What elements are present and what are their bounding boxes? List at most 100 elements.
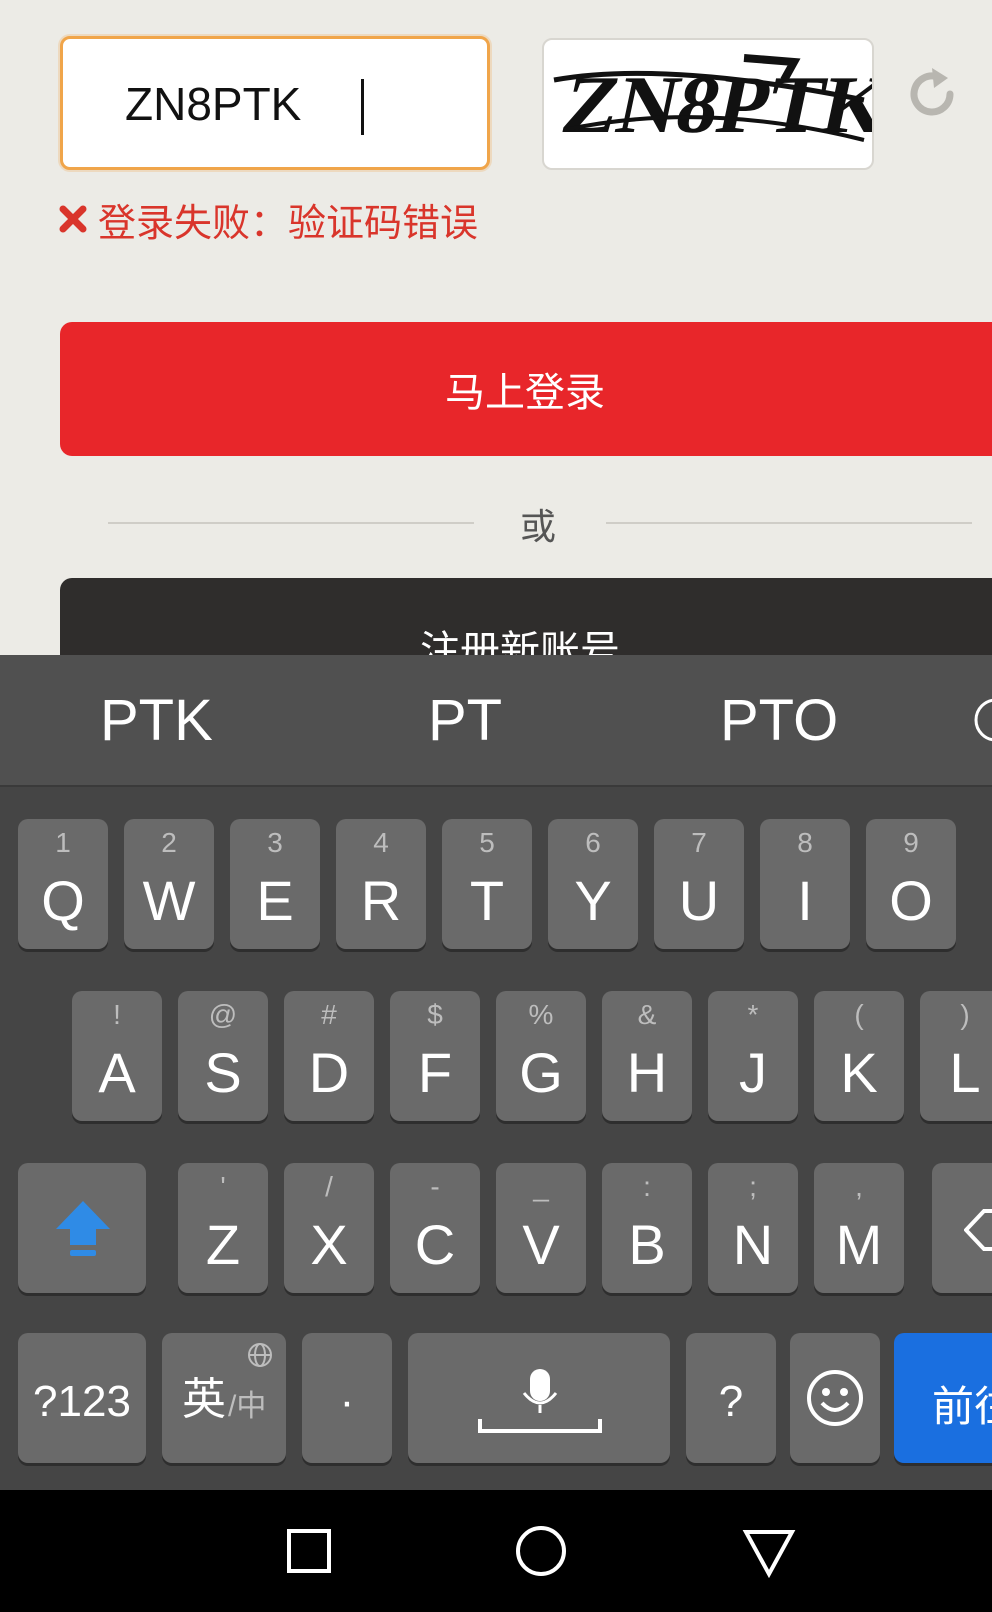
key-primary-label: D [308, 1041, 350, 1104]
key-primary-label: E [256, 869, 294, 932]
divider-line-right [606, 522, 972, 524]
captcha-input-value: ZN8PTK [125, 78, 302, 130]
key-l[interactable]: ) L [920, 991, 992, 1121]
captcha-image[interactable]: ZN8PTK [542, 38, 897, 170]
numbers-key[interactable]: ?123 [18, 1333, 146, 1463]
key-t[interactable]: 5T [442, 819, 532, 949]
more-suggestions-icon[interactable] [972, 695, 992, 745]
key-secondary-label: ; [749, 1171, 757, 1202]
key-primary-label: Q [41, 869, 85, 932]
key-secondary-label: : [643, 1171, 651, 1202]
key-i[interactable]: 8I [760, 819, 850, 949]
key-u[interactable]: 7U [654, 819, 744, 949]
key-secondary-label: * [747, 999, 759, 1030]
key-primary-label: Y [574, 869, 612, 932]
backspace-key[interactable] [932, 1163, 992, 1293]
error-x-icon [59, 205, 87, 233]
key-primary-label: Z [205, 1213, 241, 1276]
register-button[interactable]: 注册新账号 [60, 578, 992, 655]
language-switch-key[interactable]: 英 /中 [162, 1333, 286, 1463]
key-a[interactable]: ! A [72, 991, 162, 1121]
login-button-label: 马上登录 [445, 370, 605, 416]
key-h[interactable]: & H [602, 991, 692, 1121]
key-d[interactable]: # D [284, 991, 374, 1121]
error-text: 登录失败：验证码错误 [98, 200, 479, 245]
key-v[interactable]: _ V [496, 1163, 586, 1293]
key-n[interactable]: ; N [708, 1163, 798, 1293]
key-z[interactable]: ' Z [178, 1163, 268, 1293]
key-y[interactable]: 6Y [548, 819, 638, 949]
refresh-captcha-button[interactable] [902, 64, 964, 126]
key-secondary-label: , [855, 1171, 863, 1202]
key-c[interactable]: -C [390, 1163, 480, 1293]
key-m[interactable]: ,M [814, 1163, 904, 1293]
home-icon[interactable] [514, 1524, 568, 1578]
key-j[interactable]: * J [708, 991, 798, 1121]
key-f[interactable]: $ F [390, 991, 480, 1121]
key-primary-label: K [840, 1041, 878, 1104]
key-w[interactable]: 2W [124, 819, 214, 949]
login-button[interactable]: 马上登录 [60, 322, 992, 456]
lang-main-label: 英 [182, 1375, 226, 1424]
key-b[interactable]: :B [602, 1163, 692, 1293]
suggestion-bar: PTK PT PTO [0, 655, 992, 787]
dot-key-label: · [339, 1377, 355, 1426]
key-s[interactable]: @ S [178, 991, 268, 1121]
suggestion-2[interactable]: PT [428, 687, 502, 754]
key-secondary-label: & [637, 999, 657, 1030]
globe-icon [248, 1343, 272, 1367]
key-secondary-label: 4 [373, 827, 389, 858]
dot-key[interactable]: · [302, 1333, 392, 1463]
recent-apps-icon[interactable] [286, 1528, 332, 1574]
key-x[interactable]: / X [284, 1163, 374, 1293]
suggestion-1[interactable]: PTK [100, 687, 213, 754]
key-e[interactable]: 3E [230, 819, 320, 949]
lang-sub-label: /中 [228, 1390, 267, 1423]
question-key[interactable]: ? [686, 1333, 776, 1463]
key-secondary-label: 9 [903, 827, 919, 858]
key-r[interactable]: 4R [336, 819, 426, 949]
key-secondary-label: ' [220, 1171, 226, 1202]
key-secondary-label: 2 [161, 827, 177, 858]
key-o[interactable]: 9O [866, 819, 956, 949]
suggestion-3[interactable]: PTO [720, 687, 838, 754]
key-primary-label: R [360, 869, 402, 932]
emoji-key[interactable] [790, 1333, 880, 1463]
key-secondary-label: ( [854, 999, 864, 1030]
soft-keyboard: PTK PT PTO 1Q2W3E4R5T6Y7U8I9O ! A @ S # D $ F% G… [0, 655, 992, 1490]
key-secondary-label: ) [960, 999, 970, 1030]
shift-key[interactable] [18, 1163, 146, 1293]
key-primary-label: G [519, 1041, 563, 1104]
key-secondary-label: % [528, 999, 554, 1030]
key-secondary-label: - [430, 1171, 440, 1202]
key-primary-label: X [310, 1213, 348, 1276]
key-secondary-label: / [325, 1171, 333, 1202]
space-key[interactable] [408, 1333, 670, 1463]
captcha-noise: ZN8PTK [553, 54, 897, 150]
key-secondary-label: ! [113, 999, 121, 1030]
register-button-label: 注册新账号 [420, 628, 620, 655]
emoji-icon [807, 1370, 863, 1426]
text-cursor [361, 79, 364, 135]
key-k[interactable]: (K [814, 991, 904, 1121]
key-g[interactable]: % G [496, 991, 586, 1121]
captcha-input[interactable]: ZN8PTK [60, 36, 490, 170]
divider-line-left [108, 522, 474, 524]
key-secondary-label: 5 [479, 827, 495, 858]
enter-go-key[interactable]: 前往 [894, 1333, 992, 1463]
key-primary-label: O [889, 869, 933, 932]
key-q[interactable]: 1Q [18, 819, 108, 949]
key-secondary-label: 3 [267, 827, 283, 858]
key-primary-label: I [797, 869, 813, 932]
key-primary-label: J [739, 1041, 767, 1104]
key-primary-label: M [835, 1213, 883, 1276]
back-icon[interactable] [742, 1528, 796, 1578]
key-primary-label: T [469, 869, 505, 932]
key-primary-label: W [142, 869, 196, 932]
key-secondary-label: 1 [55, 827, 71, 858]
key-secondary-label: @ [208, 999, 238, 1030]
login-page: ZN8PTK ZN8PTK 登录失败：验证码错误 马上登录 或 注册新账号 [0, 0, 992, 655]
key-secondary-label: $ [427, 999, 443, 1030]
question-key-label: ? [718, 1377, 744, 1426]
key-secondary-label: 8 [797, 827, 813, 858]
